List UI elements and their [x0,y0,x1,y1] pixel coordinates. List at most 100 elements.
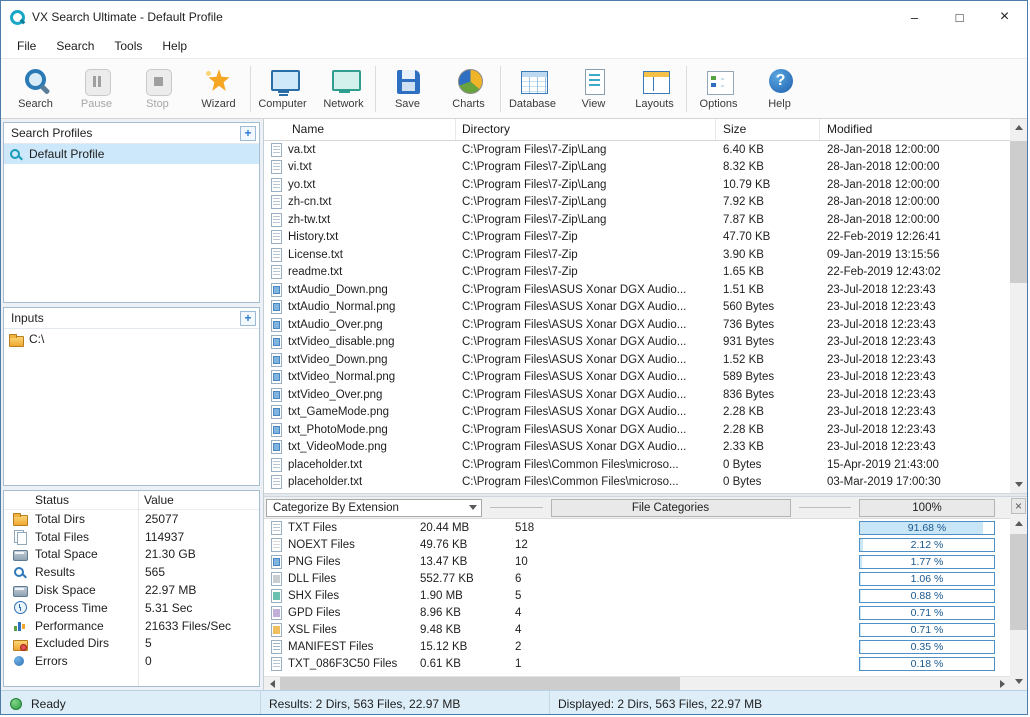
menu-search[interactable]: Search [46,36,104,56]
toolbar-view-button[interactable]: View [563,67,624,110]
file-row[interactable]: History.txt C:\Program Files\7-Zip 47.70… [264,229,1010,247]
category-row[interactable]: TXT Files 20.44 MB 518 91.68 % [264,519,1010,536]
toolbar-button-label: Wizard [201,98,235,110]
category-row[interactable]: TXT_086F3C50 Files 0.61 KB 1 0.18 % [264,655,1010,672]
category-name: SHX Files [288,590,420,602]
file-row[interactable]: placeholder.txt C:\Program Files\Common … [264,456,1010,474]
file-row[interactable]: txt_GameMode.png C:\Program Files\ASUS X… [264,404,1010,422]
categories-scrollbar[interactable] [1010,497,1027,690]
close-button[interactable]: × [982,1,1027,33]
file-row[interactable]: readme.txt C:\Program Files\7-Zip 1.65 K… [264,264,1010,282]
file-list-scrollbar[interactable] [1010,119,1027,493]
file-directory: C:\Program Files\7-Zip\Lang [456,214,716,226]
add-profile-button[interactable] [240,126,256,141]
dropdown-arrow-button[interactable] [464,500,481,516]
scrollbar-track[interactable] [1010,136,1027,476]
app-icon [9,9,25,25]
category-row[interactable]: GPD Files 8.96 KB 4 0.71 % [264,604,1010,621]
scroll-down-button[interactable] [1010,673,1027,690]
status-row: Performance 21633 Files/Sec [4,617,259,635]
column-header-size[interactable]: Size [716,119,820,140]
scrollbar-track[interactable] [1010,532,1027,673]
file-list-body: va.txt C:\Program Files\7-Zip\Lang 6.40 … [264,141,1010,493]
percent-scale-column-header[interactable]: 100% [859,499,995,517]
file-size: 836 Bytes [716,389,820,401]
category-row[interactable]: MANIFEST Files 15.12 KB 2 0.35 % [264,638,1010,655]
file-row[interactable]: txtAudio_Over.png C:\Program Files\ASUS … [264,316,1010,334]
scroll-up-button[interactable] [1010,119,1027,136]
database-icon [516,67,550,97]
scrollbar-track[interactable] [280,677,994,690]
status-label: Total Files [35,530,138,544]
file-name: placeholder.txt [288,476,456,488]
file-row[interactable]: placeholder.txt C:\Program Files\Common … [264,474,1010,492]
scrollbar-thumb[interactable] [1010,141,1027,283]
toolbar-network-button[interactable]: Network [313,67,374,110]
category-row[interactable]: XSL Files 9.48 KB 4 0.71 % [264,621,1010,638]
scroll-left-button[interactable] [264,677,280,690]
add-input-button[interactable] [240,311,256,326]
file-row[interactable]: txt_VideoMode.png C:\Program Files\ASUS … [264,439,1010,457]
toolbar-layouts-button[interactable]: Layouts [624,67,685,110]
scroll-right-button[interactable] [994,677,1010,690]
file-row[interactable]: yo.txt C:\Program Files\7-Zip\Lang 10.79… [264,176,1010,194]
input-item[interactable]: C:\ [4,329,259,349]
file-row[interactable]: zh-cn.txt C:\Program Files\7-Zip\Lang 7.… [264,194,1010,212]
file-categories-column-header[interactable]: File Categories [551,499,791,517]
category-row[interactable]: DLL Files 552.77 KB 6 1.06 % [264,570,1010,587]
file-row[interactable]: txtAudio_Normal.png C:\Program Files\ASU… [264,299,1010,317]
categorize-dropdown[interactable]: Categorize By Extension [266,499,482,517]
scroll-up-button[interactable] [1010,515,1027,532]
column-header-name[interactable]: Name [264,119,456,140]
category-percent: 0.71 % [860,624,994,636]
file-row[interactable]: License.txt C:\Program Files\7-Zip 3.90 … [264,246,1010,264]
file-row[interactable]: zh-tw.txt C:\Program Files\7-Zip\Lang 7.… [264,211,1010,229]
file-row[interactable]: txtVideo_disable.png C:\Program Files\AS… [264,334,1010,352]
manifest-category-icon [271,640,282,654]
scrollbar-thumb[interactable] [1010,534,1027,630]
close-categories-button[interactable] [1011,498,1026,514]
toolbar-wizard-button[interactable]: Wizard [188,67,249,110]
toolbar-charts-button[interactable]: Charts [438,67,499,110]
column-header-directory[interactable]: Directory [456,119,716,140]
category-row[interactable]: PNG Files 13.47 KB 10 1.77 % [264,553,1010,570]
toolbar-database-button[interactable]: Database [502,67,563,110]
profile-item[interactable]: Default Profile [4,144,259,164]
toolbar-computer-button[interactable]: Computer [252,67,313,110]
menu-file[interactable]: File [7,36,46,56]
category-percent-bar: 91.68 % [859,521,995,535]
category-row[interactable]: NOEXT Files 49.76 KB 12 2.12 % [264,536,1010,553]
file-row[interactable]: txt_PhotoMode.png C:\Program Files\ASUS … [264,421,1010,439]
file-modified: 28-Jan-2018 12:00:00 [820,196,1010,208]
toolbar-options-button[interactable]: Options [688,67,749,110]
file-name: txtVideo_Over.png [288,389,456,401]
categories-panel: Categorize By Extension File Categories … [264,497,1010,690]
category-count: 10 [515,556,859,568]
toolbar-help-button[interactable]: Help [749,67,810,110]
menu-help[interactable]: Help [152,36,197,56]
file-row[interactable]: txtVideo_Down.png C:\Program Files\ASUS … [264,351,1010,369]
category-size: 0.61 KB [420,658,515,670]
file-row[interactable]: txtAudio_Down.png C:\Program Files\ASUS … [264,281,1010,299]
toolbar: Search Pause Stop Wizard Computer Networ… [1,58,1027,119]
value-column-header: Value [138,493,174,507]
category-percent: 1.06 % [860,573,994,585]
maximize-button[interactable]: □ [937,1,982,33]
toolbar-save-button[interactable]: Save [377,67,438,110]
status-value: 5.31 Sec [138,601,259,615]
column-header-modified[interactable]: Modified [820,119,1010,140]
file-row[interactable]: txtVideo_Normal.png C:\Program Files\ASU… [264,369,1010,387]
folder-icon [9,333,23,346]
save-icon [391,67,425,97]
file-row[interactable]: vi.txt C:\Program Files\7-Zip\Lang 8.32 … [264,159,1010,177]
status-row: Excluded Dirs 5 [4,635,259,653]
categories-horizontal-scrollbar[interactable] [264,676,1010,690]
file-row[interactable]: txtVideo_Over.png C:\Program Files\ASUS … [264,386,1010,404]
file-row[interactable]: va.txt C:\Program Files\7-Zip\Lang 6.40 … [264,141,1010,159]
menu-tools[interactable]: Tools [104,36,152,56]
minimize-button[interactable]: – [892,1,937,33]
category-row[interactable]: SHX Files 1.90 MB 5 0.88 % [264,587,1010,604]
scrollbar-thumb[interactable] [280,677,680,690]
scroll-down-button[interactable] [1010,476,1027,493]
toolbar-search-button[interactable]: Search [5,67,66,110]
